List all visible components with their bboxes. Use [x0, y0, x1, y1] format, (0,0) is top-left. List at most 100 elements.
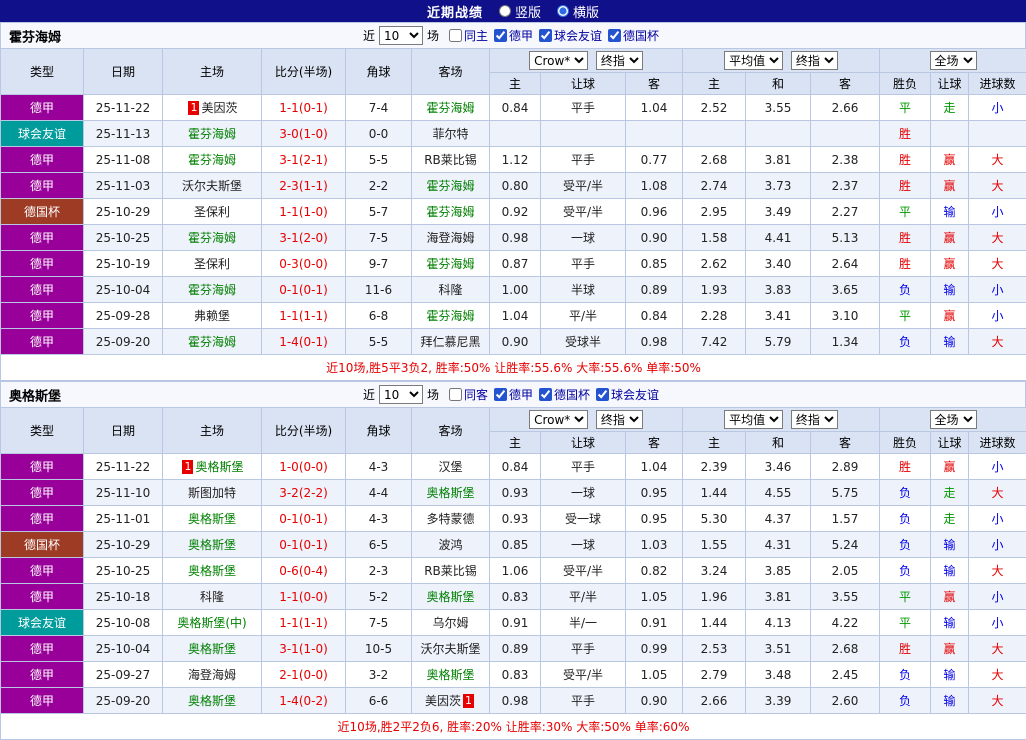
- team-link[interactable]: 斯图加特: [188, 486, 236, 500]
- team-link[interactable]: 海登海姆: [188, 668, 236, 682]
- match-date: 25-10-25: [84, 558, 163, 584]
- team-link[interactable]: 霍芬海姆: [188, 283, 236, 297]
- team-link[interactable]: 霍芬海姆: [426, 309, 474, 323]
- team-link[interactable]: 圣保利: [194, 205, 230, 219]
- filter-checkbox[interactable]: 德甲: [494, 386, 533, 403]
- team-link[interactable]: 奥格斯堡: [188, 512, 236, 526]
- team-link[interactable]: 奥格斯堡: [426, 668, 474, 682]
- team-link[interactable]: 霍芬海姆: [426, 257, 474, 271]
- goals-over-under-result: 小: [969, 584, 1026, 610]
- team-link[interactable]: 波鸿: [438, 538, 462, 552]
- team-link[interactable]: 弗赖堡: [194, 309, 230, 323]
- match-type-badge: 德甲: [1, 558, 84, 584]
- team-link[interactable]: 奥格斯堡: [188, 564, 236, 578]
- filter-checkbox[interactable]: 德国杯: [539, 386, 590, 403]
- team-link[interactable]: 拜仁慕尼黑: [420, 335, 480, 349]
- result-scope-select[interactable]: 全场: [930, 410, 977, 429]
- filter-checkbox[interactable]: 同主: [449, 27, 488, 44]
- team-link[interactable]: 科隆: [200, 590, 224, 604]
- team-link[interactable]: 科隆: [438, 283, 462, 297]
- handicap-result: 输: [931, 199, 969, 225]
- filter-checkbox-input[interactable]: [539, 388, 552, 401]
- team-link[interactable]: 圣保利: [194, 257, 230, 271]
- match-score: 0-6(0-4): [262, 558, 346, 584]
- layout-radio-vertical-input[interactable]: [499, 5, 511, 17]
- asia-handicap: 平手: [541, 95, 626, 121]
- filter-checkbox-input[interactable]: [596, 388, 609, 401]
- match-score: 1-1(0-0): [262, 584, 346, 610]
- team-link[interactable]: 霍芬海姆: [426, 101, 474, 115]
- asia-handicap: 受球半: [541, 329, 626, 355]
- summary-row: 近10场,胜5平3负2, 胜率:50% 让胜率:55.6% 大率:55.6% 单…: [1, 355, 1026, 381]
- filter-checkbox[interactable]: 球会友谊: [539, 27, 602, 44]
- team-link[interactable]: RB莱比锡: [424, 564, 477, 578]
- team-link[interactable]: 沃尔夫斯堡: [420, 642, 480, 656]
- match-count-select[interactable]: 10: [379, 26, 423, 45]
- team-link[interactable]: 奥格斯堡: [195, 460, 243, 474]
- team-link[interactable]: 美因茨: [201, 101, 237, 115]
- asia-handicap: [541, 121, 626, 147]
- team-link[interactable]: 奥格斯堡(中): [177, 616, 246, 630]
- eu-odds-time-select[interactable]: 终指: [791, 410, 838, 429]
- layout-radio-horizontal[interactable]: 横版: [557, 2, 599, 21]
- team-link[interactable]: 奥格斯堡: [426, 590, 474, 604]
- team-link[interactable]: 菲尔特: [432, 127, 468, 141]
- asia-away-odds: 0.90: [626, 688, 683, 714]
- asia-odds-source-select[interactable]: Crow*: [529, 410, 588, 429]
- team-link[interactable]: 奥格斯堡: [188, 642, 236, 656]
- asia-away-odds: 0.84: [626, 303, 683, 329]
- layout-radio-horizontal-input[interactable]: [557, 5, 569, 17]
- team-link[interactable]: 多特蒙德: [426, 512, 474, 526]
- away-team-cell: 奥格斯堡: [412, 662, 490, 688]
- filter-checkbox-input[interactable]: [449, 388, 462, 401]
- match-type-badge: 德甲: [1, 454, 84, 480]
- result-scope-select[interactable]: 全场: [930, 51, 977, 70]
- filter-checkbox-input[interactable]: [449, 29, 462, 42]
- filter-checkbox-input[interactable]: [494, 388, 507, 401]
- match-row: 德国杯 25-10-29 圣保利 1-1(1-0) 5-7 霍芬海姆 0.92 …: [1, 199, 1026, 225]
- asia-odds-source-select[interactable]: Crow*: [529, 51, 588, 70]
- team-link[interactable]: RB莱比锡: [424, 153, 477, 167]
- match-count-select[interactable]: 10: [379, 385, 423, 404]
- team-link[interactable]: 奥格斯堡: [188, 694, 236, 708]
- handicap-result: 输: [931, 532, 969, 558]
- filter-checkbox[interactable]: 同客: [449, 386, 488, 403]
- team-link[interactable]: 乌尔姆: [432, 616, 468, 630]
- team-link[interactable]: 奥格斯堡: [188, 538, 236, 552]
- match-date: 25-10-08: [84, 610, 163, 636]
- away-team-cell: 波鸿: [412, 532, 490, 558]
- red-number-badge: 1: [188, 101, 199, 115]
- win-draw-loss-result: 负: [880, 558, 931, 584]
- corners: 11-6: [346, 277, 412, 303]
- eu-odds-time-select[interactable]: 终指: [791, 51, 838, 70]
- team-link[interactable]: 霍芬海姆: [188, 127, 236, 141]
- filter-checkbox-input[interactable]: [539, 29, 552, 42]
- team-link[interactable]: 海登海姆: [426, 231, 474, 245]
- team-link[interactable]: 奥格斯堡: [426, 486, 474, 500]
- match-type-badge: 德国杯: [1, 199, 84, 225]
- eu-odds-source-select[interactable]: 平均值: [724, 410, 783, 429]
- team-link[interactable]: 霍芬海姆: [426, 205, 474, 219]
- filter-checkbox-input[interactable]: [608, 29, 621, 42]
- filter-checkbox[interactable]: 德国杯: [608, 27, 659, 44]
- layout-radio-vertical[interactable]: 竖版: [499, 2, 541, 21]
- team-link[interactable]: 汉堡: [438, 460, 462, 474]
- filter-checkbox[interactable]: 球会友谊: [596, 386, 659, 403]
- eu-home-odds: 5.30: [683, 506, 746, 532]
- col-away: 客场: [412, 408, 490, 454]
- filter-checkbox-input[interactable]: [494, 29, 507, 42]
- match-type-badge: 德甲: [1, 480, 84, 506]
- filter-checkbox[interactable]: 德甲: [494, 27, 533, 44]
- team-link[interactable]: 沃尔夫斯堡: [182, 179, 242, 193]
- match-date: 25-11-01: [84, 506, 163, 532]
- asia-odds-time-select[interactable]: 终指: [596, 410, 643, 429]
- team-link[interactable]: 霍芬海姆: [188, 335, 236, 349]
- asia-odds-time-select[interactable]: 终指: [596, 51, 643, 70]
- match-type-badge: 德甲: [1, 584, 84, 610]
- team-link[interactable]: 霍芬海姆: [426, 179, 474, 193]
- team-link[interactable]: 美因茨: [425, 694, 461, 708]
- win-draw-loss-result: 平: [880, 303, 931, 329]
- team-link[interactable]: 霍芬海姆: [188, 153, 236, 167]
- eu-odds-source-select[interactable]: 平均值: [724, 51, 783, 70]
- team-link[interactable]: 霍芬海姆: [188, 231, 236, 245]
